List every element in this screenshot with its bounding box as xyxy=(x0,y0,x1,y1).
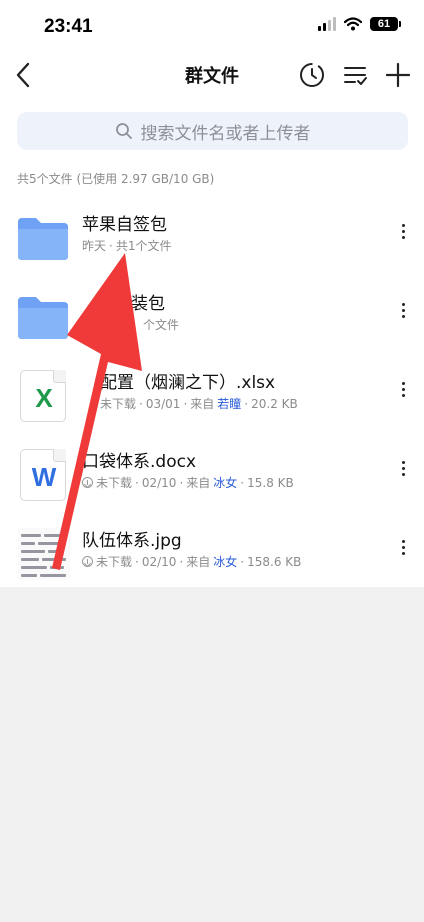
file-name: 苹果自签包 xyxy=(82,215,167,235)
uploader-link[interactable]: 若瞳 xyxy=(217,395,241,412)
file-meta: 未下载 · 02/10 · 来自 冰女 · 158.6 KB xyxy=(82,553,301,570)
download-status-icon xyxy=(82,477,93,488)
more-options-icon[interactable] xyxy=(398,382,408,406)
file-name: 口袋体系.docx xyxy=(82,452,197,472)
file-meta: 个文件 xyxy=(143,318,180,332)
status-time: 23:41 xyxy=(44,16,93,37)
more-options-icon[interactable] xyxy=(398,224,408,248)
storage-summary: 共5个文件 (已使用 2.97 GB/10 GB) xyxy=(17,172,215,186)
file-name: 装包 xyxy=(131,294,165,314)
file-meta: 昨天 · 共1个文件 xyxy=(82,238,172,254)
search-placeholder: 搜索文件名或者上传者 xyxy=(140,123,311,144)
battery-icon: 61 xyxy=(370,17,401,31)
search-icon xyxy=(115,123,132,139)
file-row-xlsx[interactable]: X 配置（烟澜之下）.xlsx 未下载 · 03/01 · 来自 若瞳 · 20… xyxy=(0,358,424,436)
file-name: 队伍体系.jpg xyxy=(82,531,182,551)
file-row-docx[interactable]: W 口袋体系.docx 未下载 · 02/10 · 来自 冰女 · 15.8 K… xyxy=(0,437,424,515)
download-status-icon xyxy=(82,556,93,567)
file-row-jpg[interactable]: 队伍体系.jpg 未下载 · 02/10 · 来自 冰女 · 158.6 KB xyxy=(0,516,424,594)
excel-icon: X xyxy=(16,368,70,424)
uploader-link[interactable]: 冰女 xyxy=(213,553,237,570)
search-input[interactable]: 搜索文件名或者上传者 xyxy=(17,112,408,150)
file-row-folder-1[interactable]: 苹果自签包 昨天 · 共1个文件 xyxy=(0,200,424,278)
file-meta: 未下载 · 03/01 · 来自 若瞳 · 20.2 KB xyxy=(100,395,298,412)
add-icon[interactable] xyxy=(384,61,412,89)
wifi-icon xyxy=(344,17,362,31)
file-row-folder-2[interactable]: 装包 个文件 xyxy=(0,279,424,357)
more-options-icon[interactable] xyxy=(398,461,408,485)
file-name: 配置（烟澜之下）.xlsx xyxy=(100,373,276,393)
status-icons: 61 xyxy=(318,17,401,31)
sort-icon[interactable] xyxy=(341,61,369,89)
uploader-link[interactable]: 冰女 xyxy=(213,474,237,491)
signal-icon xyxy=(318,17,336,31)
image-thumbnail xyxy=(16,526,70,582)
history-icon[interactable] xyxy=(298,61,326,89)
file-meta: 未下载 · 02/10 · 来自 冰女 · 15.8 KB xyxy=(82,474,294,491)
more-options-icon[interactable] xyxy=(398,540,408,564)
folder-icon xyxy=(18,218,68,260)
more-options-icon[interactable] xyxy=(398,303,408,327)
folder-icon xyxy=(18,297,68,339)
word-icon: W xyxy=(16,447,70,503)
